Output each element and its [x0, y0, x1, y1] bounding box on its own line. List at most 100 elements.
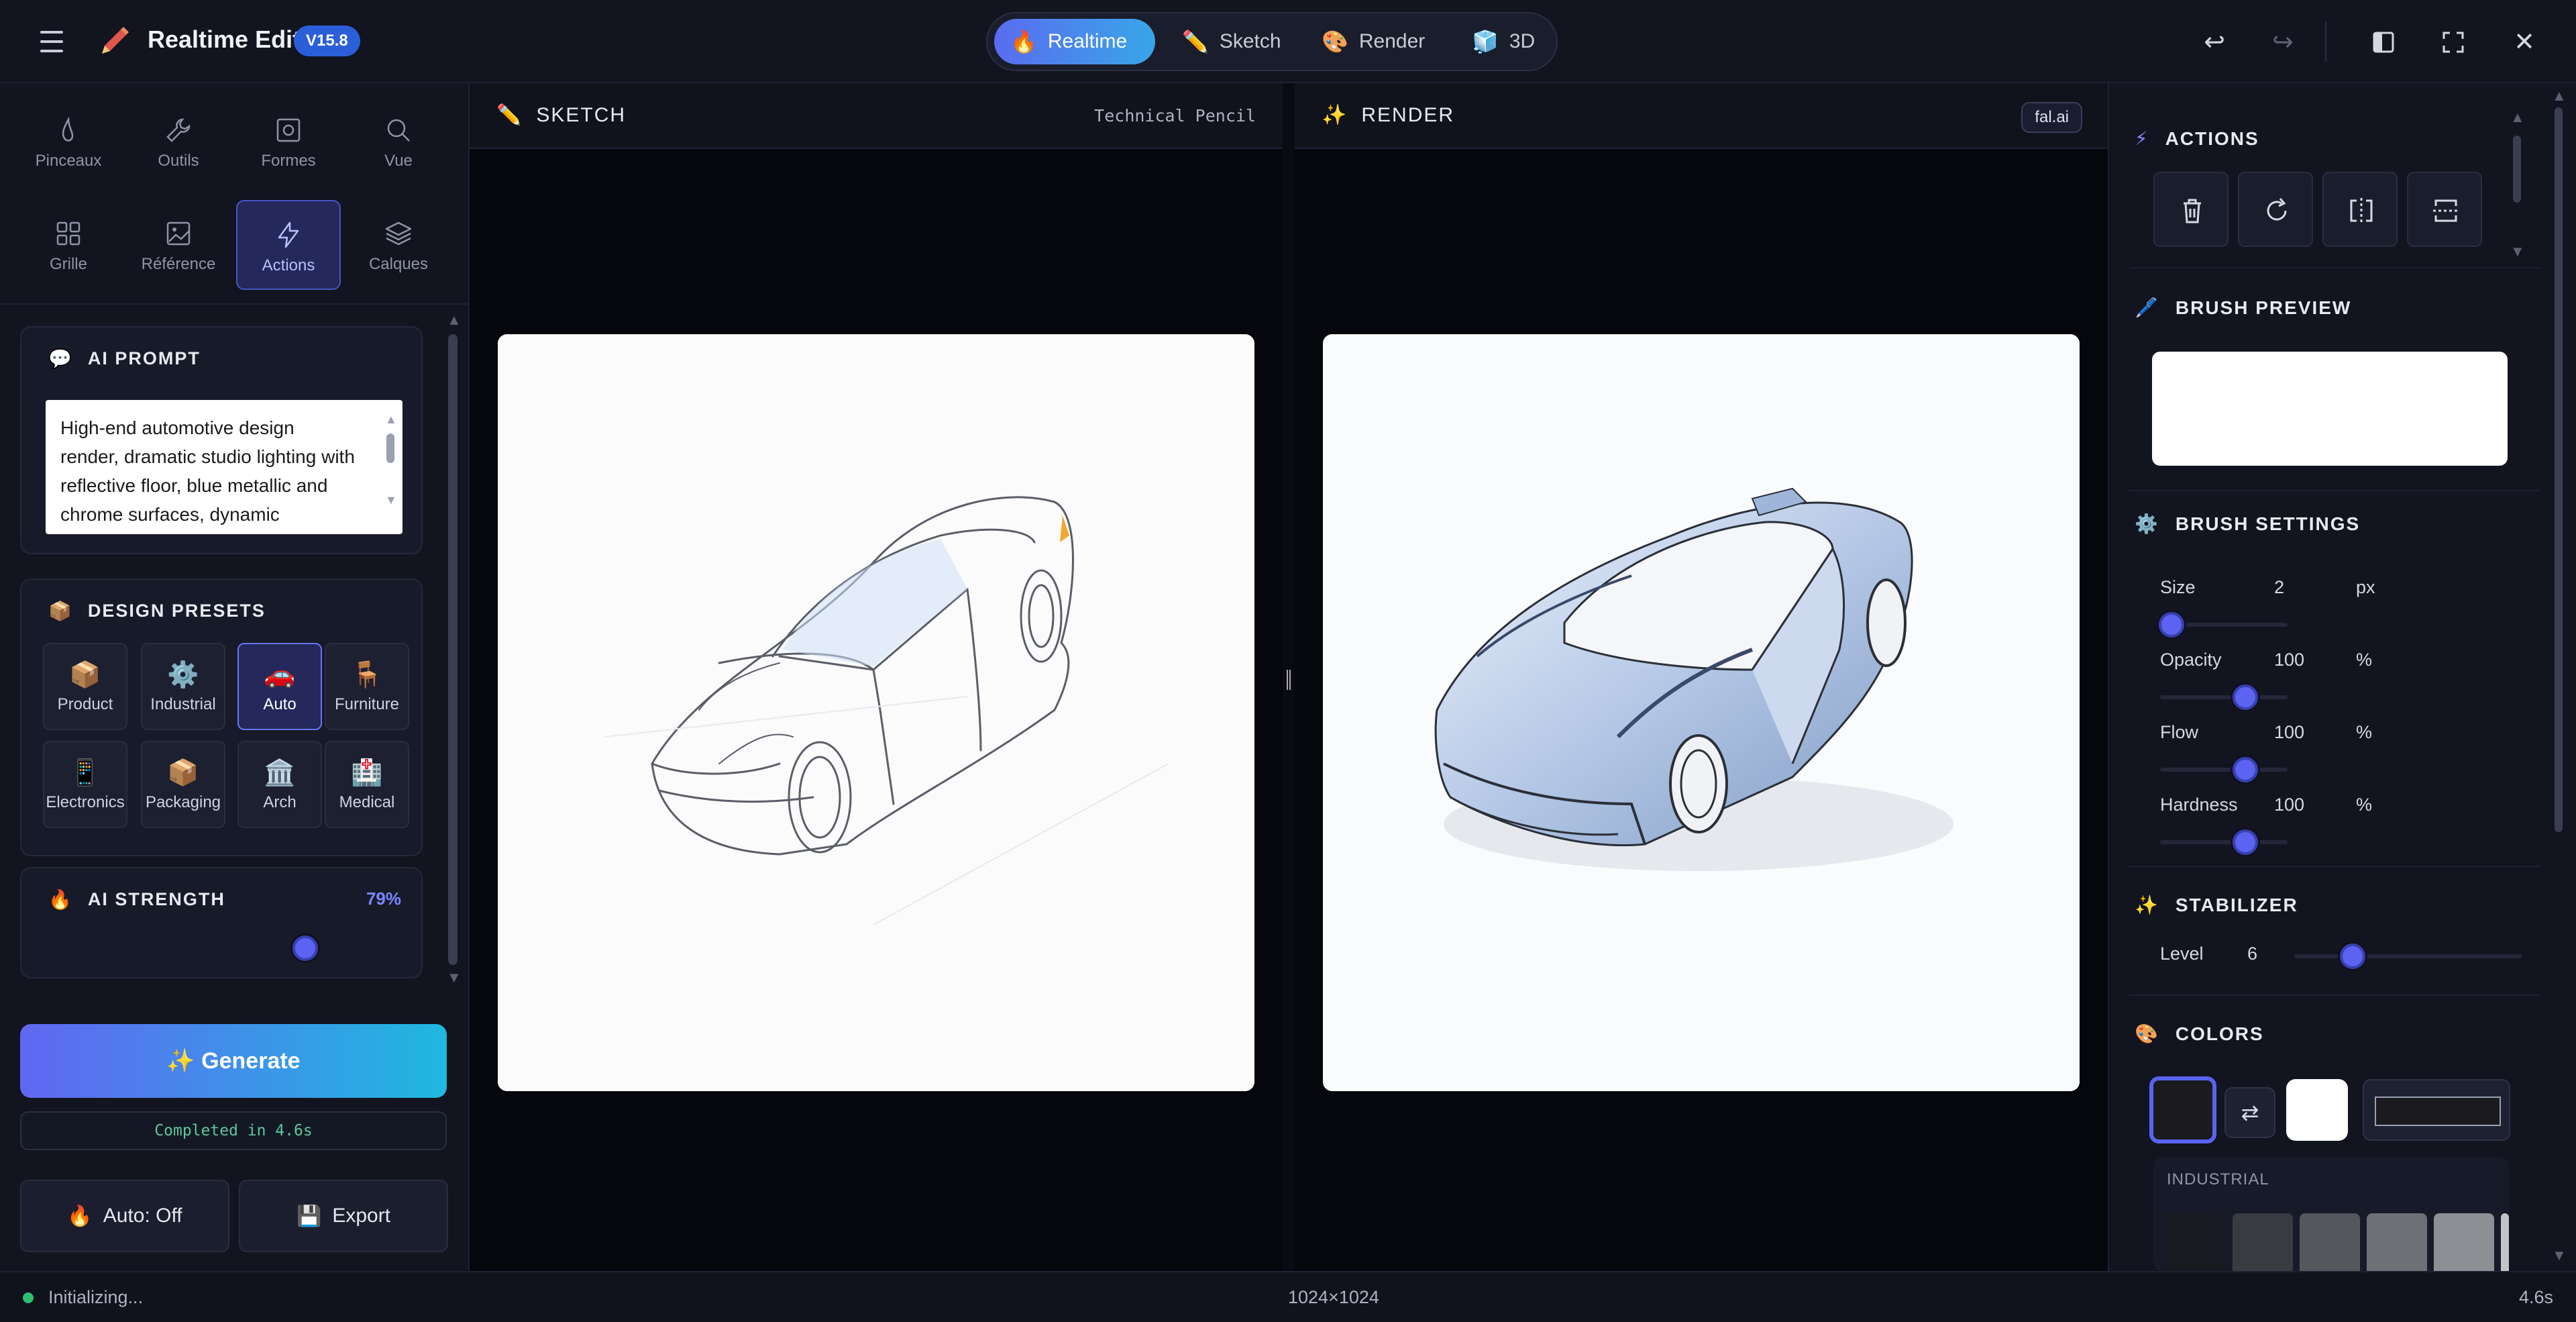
flip-vertical-button[interactable]: [2407, 172, 2482, 247]
mode-tab-sketch[interactable]: ✏️ Sketch: [1166, 19, 1300, 64]
tool-vue[interactable]: Vue: [346, 97, 451, 187]
preset-arch[interactable]: 🏛️ Arch: [237, 741, 322, 828]
render-pane-header: ✨ RENDER fal.ai: [1295, 83, 2108, 149]
left-panel: Pinceaux Outils Formes Vue Grille Référe…: [0, 83, 470, 1271]
fullscreen-icon[interactable]: [2436, 26, 2470, 59]
ai-strength-value: 79%: [366, 888, 401, 909]
flow-slider-track[interactable]: [2160, 768, 2288, 772]
pencil-icon: 🖊️: [2135, 297, 2159, 318]
undo-icon[interactable]: ↩: [2198, 26, 2231, 59]
floppy-disk-icon: 💾: [296, 1205, 322, 1227]
left-panel-scrollbar[interactable]: ▲ ▼: [445, 311, 462, 986]
ai-prompt-title: 💬 AI PROMPT: [48, 348, 201, 370]
pane-divider-handle[interactable]: [1283, 83, 1295, 1271]
setting-value: 100: [2274, 795, 2305, 815]
redo-icon[interactable]: ↪: [2266, 26, 2300, 59]
sidebar-toggle-icon[interactable]: [2367, 26, 2400, 59]
flame-icon: 🔥: [1010, 30, 1037, 54]
setting-value: 100: [2274, 722, 2305, 742]
swap-colors-button[interactable]: ⇄: [2224, 1087, 2275, 1138]
preset-product[interactable]: 📦 Product: [43, 643, 127, 730]
size-slider-knob[interactable]: [2159, 612, 2184, 638]
preset-label: Auto: [263, 695, 297, 713]
section-divider: [2129, 995, 2540, 996]
hardness-slider-knob[interactable]: [2233, 829, 2258, 855]
preset-furniture[interactable]: 🪑 Furniture: [325, 643, 409, 730]
hamburger-menu-icon[interactable]: [35, 27, 68, 56]
scroll-thumb[interactable]: [448, 334, 458, 965]
palette-color-chip[interactable]: [2300, 1213, 2360, 1271]
provider-badge: fal.ai: [2021, 102, 2082, 133]
preset-auto[interactable]: 🚗 Auto: [237, 643, 322, 730]
preset-medical[interactable]: 🏥 Medical: [325, 741, 409, 828]
ai-prompt-textarea[interactable]: High-end automotive design render, drama…: [46, 400, 402, 534]
scroll-down-icon[interactable]: ▼: [385, 486, 397, 515]
palette-color-chip[interactable]: [2233, 1213, 2293, 1271]
actions-scrollbar[interactable]: ▲ ▼: [2509, 109, 2525, 263]
card-title: AI STRENGTH: [87, 889, 225, 909]
scroll-up-icon[interactable]: ▲: [2510, 109, 2525, 126]
chat-bubble-icon: 💬: [48, 348, 73, 369]
right-panel-scrollbar[interactable]: ▲ ▼: [2551, 87, 2567, 1268]
app-title: Realtime Edit: [148, 26, 301, 53]
tool-reference[interactable]: Référence: [126, 200, 231, 290]
scroll-up-icon[interactable]: ▲: [447, 311, 462, 329]
tool-label: Outils: [158, 152, 199, 170]
mode-switcher: 🔥 Realtime ✏️ Sketch 🎨 Render 🧊 3D: [986, 12, 1558, 71]
tool-formes[interactable]: Formes: [236, 97, 341, 187]
mode-tab-realtime[interactable]: 🔥 Realtime: [994, 19, 1155, 64]
hardness-slider-track[interactable]: [2160, 840, 2288, 844]
preset-industrial[interactable]: ⚙️ Industrial: [141, 643, 225, 730]
scroll-down-icon[interactable]: ▼: [2552, 1247, 2567, 1264]
palette-color-chip[interactable]: [2165, 1213, 2226, 1271]
opacity-slider-track[interactable]: [2160, 695, 2288, 699]
palette-color-chip[interactable]: [2501, 1213, 2509, 1271]
tool-outils[interactable]: Outils: [126, 97, 231, 187]
scroll-down-icon[interactable]: ▼: [2510, 243, 2525, 260]
color-input[interactable]: [2375, 1097, 2501, 1126]
clear-canvas-button[interactable]: [2153, 172, 2229, 247]
mode-tab-3d[interactable]: 🧊 3D: [1456, 19, 1552, 64]
color-hex-field[interactable]: [2363, 1079, 2510, 1141]
top-bar: Realtime Edit V15.8 🔥 Realtime ✏️ Sketch 🎨…: [0, 0, 2576, 83]
preset-electronics[interactable]: 📱 Electronics: [43, 741, 127, 828]
scroll-up-icon[interactable]: ▲: [385, 405, 397, 434]
palette-color-chip[interactable]: [2434, 1213, 2494, 1271]
auto-toggle-button[interactable]: 🔥 Auto: Off: [20, 1180, 229, 1252]
status-bar: Initializing... 1024×1024 4.6s: [0, 1271, 2576, 1322]
tool-pinceaux[interactable]: Pinceaux: [16, 97, 121, 187]
grid-icon: [56, 221, 80, 246]
ai-prompt-card: 💬 AI PROMPT High-end automotive design re…: [20, 326, 423, 554]
ai-strength-slider-knob[interactable]: [292, 935, 318, 961]
colors-title: 🎨 COLORS: [2135, 1023, 2264, 1045]
scroll-up-icon[interactable]: ▲: [2552, 87, 2567, 105]
foreground-color-swatch[interactable]: [2149, 1076, 2216, 1143]
flip-horizontal-button[interactable]: [2322, 172, 2398, 247]
ai-strength-title: 🔥 AI STRENGTH: [48, 888, 225, 911]
tool-actions[interactable]: Actions: [236, 200, 341, 290]
tool-calques[interactable]: Calques: [346, 200, 451, 290]
stabilizer-slider-knob[interactable]: [2340, 944, 2365, 969]
tool-grille[interactable]: Grille: [16, 200, 121, 290]
stabilizer-slider-track[interactable]: [2294, 954, 2522, 958]
background-color-swatch[interactable]: [2286, 1079, 2348, 1141]
prompt-scrollbar[interactable]: ▲ ▼: [381, 405, 398, 507]
scroll-thumb[interactable]: [2555, 107, 2563, 832]
sketch-canvas[interactable]: [498, 334, 1254, 1091]
palette-color-chip[interactable]: [2367, 1213, 2427, 1271]
scroll-down-icon[interactable]: ▼: [447, 969, 462, 986]
generate-button[interactable]: ✨ Generate: [20, 1024, 447, 1098]
tool-label: Grille: [49, 255, 87, 273]
export-button[interactable]: 💾 Export: [239, 1180, 448, 1252]
scroll-thumb[interactable]: [386, 434, 394, 463]
scroll-thumb[interactable]: [2513, 136, 2521, 203]
close-icon[interactable]: ✕: [2508, 26, 2541, 59]
flip-horizontal-icon: [2350, 198, 2373, 223]
image-icon: [166, 221, 191, 246]
mode-tab-render[interactable]: 🎨 Render: [1305, 19, 1450, 64]
reset-button[interactable]: [2238, 172, 2313, 247]
preset-packaging[interactable]: 📦 Packaging: [141, 741, 225, 828]
flow-slider-knob[interactable]: [2233, 757, 2258, 782]
setting-value: 2: [2274, 577, 2285, 597]
opacity-slider-knob[interactable]: [2233, 684, 2258, 710]
